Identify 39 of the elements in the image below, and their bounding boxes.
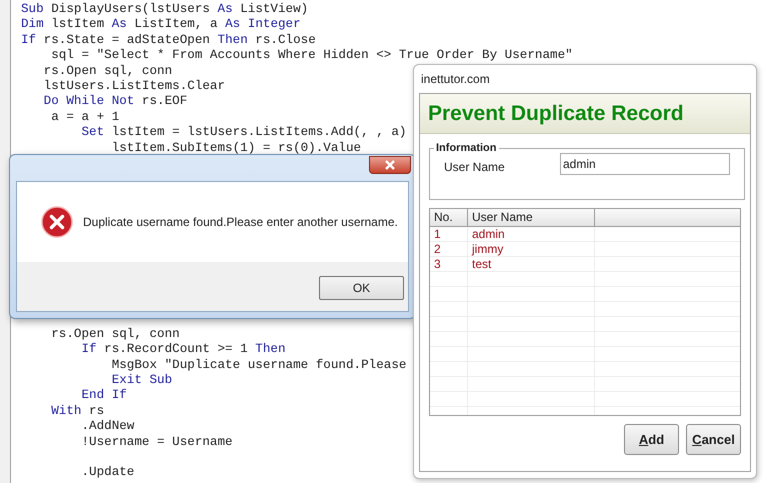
list-cell: 3	[430, 257, 468, 271]
code-line: .AddNew	[80, 419, 134, 435]
close-icon	[385, 160, 395, 170]
list-cell: 1	[430, 227, 468, 241]
form-button[interactable]: Cancel	[686, 424, 741, 455]
code-line: rs.Open sql, conn	[42, 64, 172, 79]
field-label: User Name	[444, 158, 506, 176]
window-title: inettutor.com	[421, 71, 490, 88]
code-line: sql = "Select * From Accounts Where Hidden <> True Order By Username"	[50, 48, 573, 64]
code-line: With rs	[50, 404, 104, 420]
list-cell: 2	[430, 242, 468, 256]
code-line: lstUsers.ListItems.Clear	[42, 78, 226, 94]
username-input[interactable]: admin	[560, 152, 730, 174]
group-title: Information	[435, 141, 498, 156]
code-line: If rs.State = adStateOpen Then rs.Close	[21, 32, 316, 48]
code-line: Set lstItem = lstUsers.ListItems.Add(, , a)	[80, 125, 406, 141]
code-line: Sub DisplayUsers(lstUsers As ListView)	[21, 2, 308, 18]
form-header: Prevent Duplicate Record	[428, 100, 684, 127]
code-line: MsgBox "Duplicate username found.Please	[110, 358, 406, 374]
code-line: If rs.RecordCount >= 1 Then	[80, 342, 286, 358]
list-cell: jimmy	[468, 242, 595, 256]
ok-button[interactable]: OK	[319, 276, 404, 300]
code-line: Exit Sub	[110, 373, 172, 388]
column-header[interactable]: No.	[430, 209, 468, 226]
code-line: rs.Open sql, conn	[50, 326, 180, 342]
error-icon	[41, 206, 73, 238]
list-cell: admin	[468, 227, 595, 241]
code-line: End If	[80, 388, 127, 404]
code-line: !Username = Username	[80, 434, 233, 450]
code-line: a = a + 1	[50, 110, 120, 126]
code-line: lstItem.SubItems(1) = rs(0).Value	[110, 140, 362, 156]
form-button[interactable]: Add	[624, 424, 679, 455]
code-line: .Update	[80, 465, 134, 481]
list-cell: test	[468, 257, 595, 271]
code-line: Dim lstItem As ListItem, a As Integer	[21, 17, 301, 33]
column-header[interactable]: User Name	[468, 209, 595, 226]
error-message: Duplicate username found.Please enter another username.	[83, 214, 398, 231]
code-line: Do While Not rs.EOF	[42, 94, 188, 110]
close-button[interactable]	[369, 156, 411, 174]
